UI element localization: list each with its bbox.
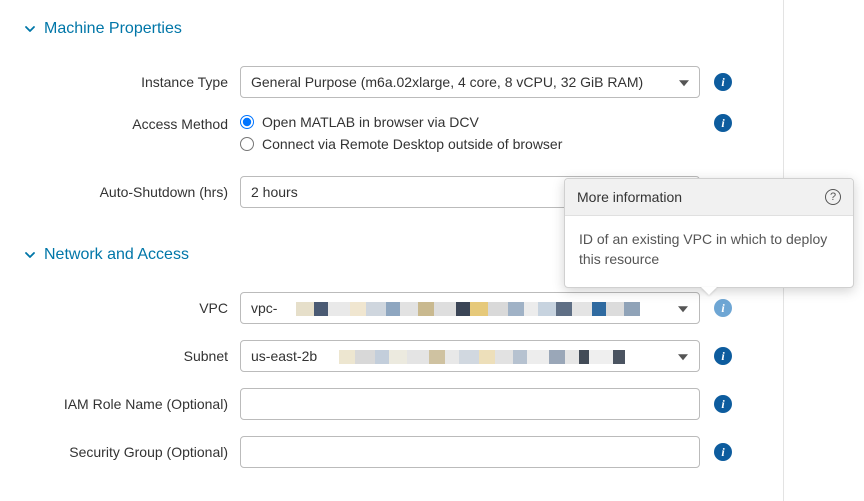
chevron-down-icon: [22, 247, 38, 263]
section-header-machine-properties[interactable]: Machine Properties: [22, 20, 864, 38]
security-group-input[interactable]: [240, 436, 700, 468]
tooltip-popover: More information ? ID of an existing VPC…: [564, 178, 854, 288]
label-instance-type: Instance Type: [22, 74, 240, 90]
info-icon[interactable]: i: [714, 114, 732, 132]
info-icon[interactable]: i: [714, 299, 732, 317]
instance-type-select[interactable]: General Purpose (m6a.02xlarge, 4 core, 8…: [240, 66, 700, 98]
iam-role-input[interactable]: [240, 388, 700, 420]
info-icon[interactable]: i: [714, 395, 732, 413]
label-security-group: Security Group (Optional): [22, 444, 240, 460]
label-iam-role: IAM Role Name (Optional): [22, 396, 240, 412]
chevron-down-icon: [22, 21, 38, 37]
info-icon[interactable]: i: [714, 443, 732, 461]
access-method-radio-rdp[interactable]: [240, 137, 254, 151]
label-vpc: VPC: [22, 300, 240, 316]
access-method-radio-dcv[interactable]: [240, 115, 254, 129]
label-auto-shutdown: Auto-Shutdown (hrs): [22, 184, 240, 200]
info-icon[interactable]: i: [714, 347, 732, 365]
redacted-pixels: [339, 350, 669, 364]
subnet-select[interactable]: us-east-2b: [240, 340, 700, 372]
section-title: Machine Properties: [44, 20, 182, 38]
redacted-pixels: [296, 302, 669, 316]
section-title: Network and Access: [44, 246, 189, 264]
label-subnet: Subnet: [22, 348, 240, 364]
label-access-method: Access Method: [22, 114, 240, 132]
access-method-label-dcv[interactable]: Open MATLAB in browser via DCV: [262, 114, 479, 130]
access-method-label-rdp[interactable]: Connect via Remote Desktop outside of br…: [262, 136, 562, 152]
info-icon[interactable]: i: [714, 73, 732, 91]
help-icon[interactable]: ?: [825, 189, 841, 205]
tooltip-title: More information: [577, 189, 682, 205]
tooltip-body: ID of an existing VPC in which to deploy…: [565, 216, 853, 287]
vpc-select[interactable]: vpc-: [240, 292, 700, 324]
